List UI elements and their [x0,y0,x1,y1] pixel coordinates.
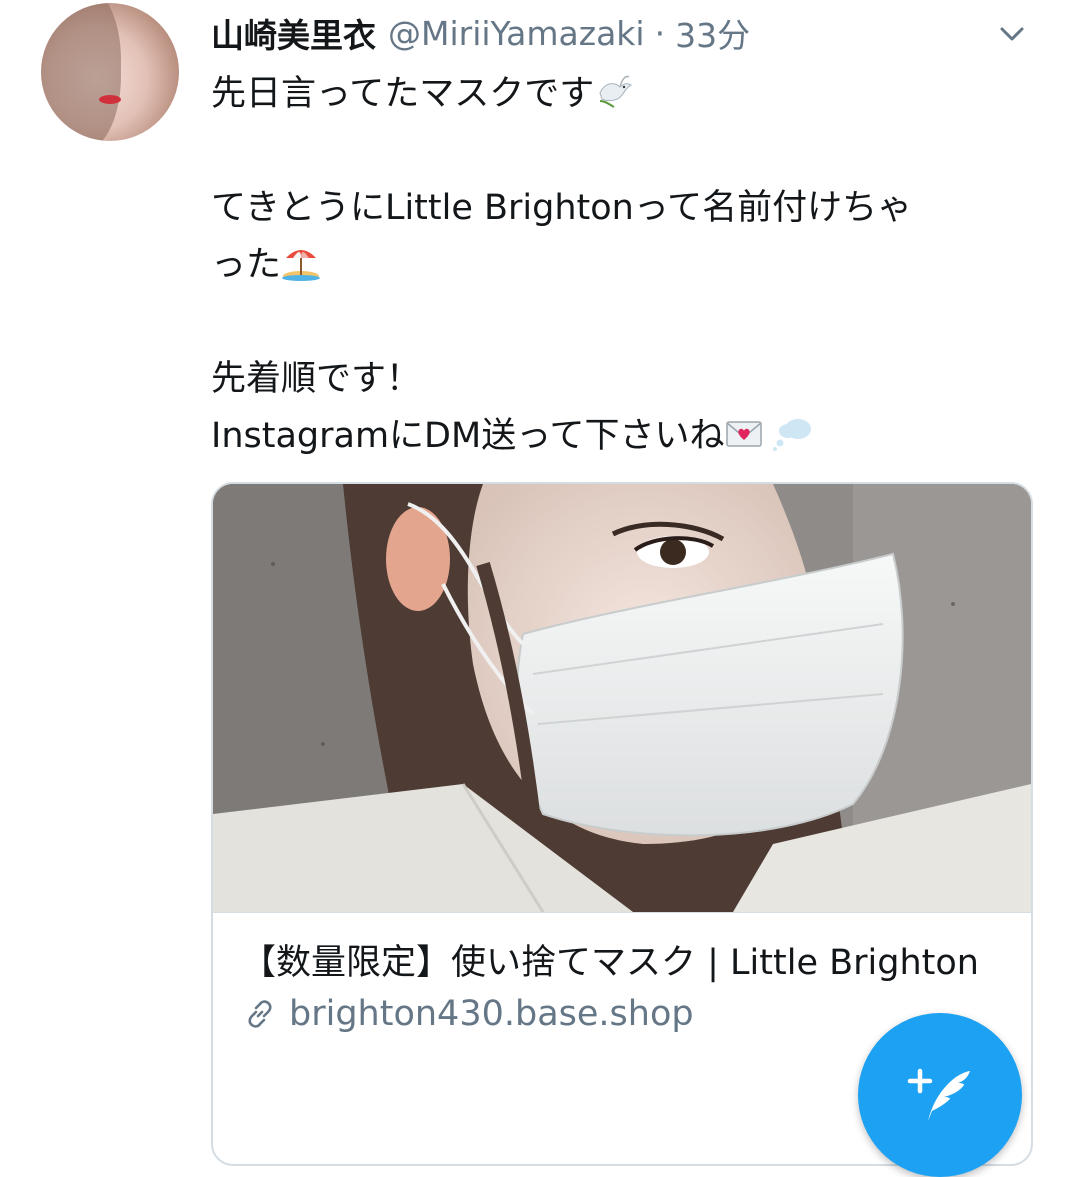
beach-umbrella-icon [282,250,321,281]
compose-tweet-icon [907,1068,970,1121]
dove-icon [599,75,633,108]
compose-tweet-button[interactable] [858,1013,1022,1177]
chevron-down-icon[interactable] [994,16,1030,52]
card-domain[interactable]: brighton430.base.shop [289,994,694,1034]
avatar-hair [41,3,121,141]
separator-dot: · [654,13,666,53]
card-title[interactable]: 【数量限定】使い捨てマスク | Little Brighton [241,935,1003,992]
card-image[interactable] [213,484,1031,912]
avatar-lips [99,95,121,104]
card-body: 【数量限定】使い捨てマスク | Little Brighton brighton… [213,912,1031,1034]
user-handle[interactable]: @MiriiYamazaki [388,14,645,53]
link-icon [248,1000,272,1028]
display-name[interactable]: 山崎美里衣 [211,9,376,57]
avatar[interactable] [41,3,179,141]
tweet-text-line-1: 先日言ってたマスクです [211,74,595,114]
tweet-header: 山崎美里衣 @MiriiYamazaki · 33分 [211,10,750,56]
tweet-timestamp[interactable]: 33分 [675,9,750,57]
love-letter-icon [726,421,763,447]
card-url-row: brighton430.base.shop [241,994,1003,1034]
card-photo [213,484,1031,912]
tweet-text-line-4: 先着順です！ [211,359,422,399]
thought-balloon-icon [773,419,812,451]
tweet-text-line-2: てきとうにLittle Brightonって名前付けちゃ [211,188,913,228]
tweet-text-line-3: った [211,245,282,285]
tweet-text: 先日言ってたマスクです てきとうにLittle Brightonって名前付けちゃ… [211,66,1031,465]
tweet-text-line-5: InstagramにDM送って下さいね [211,416,725,456]
